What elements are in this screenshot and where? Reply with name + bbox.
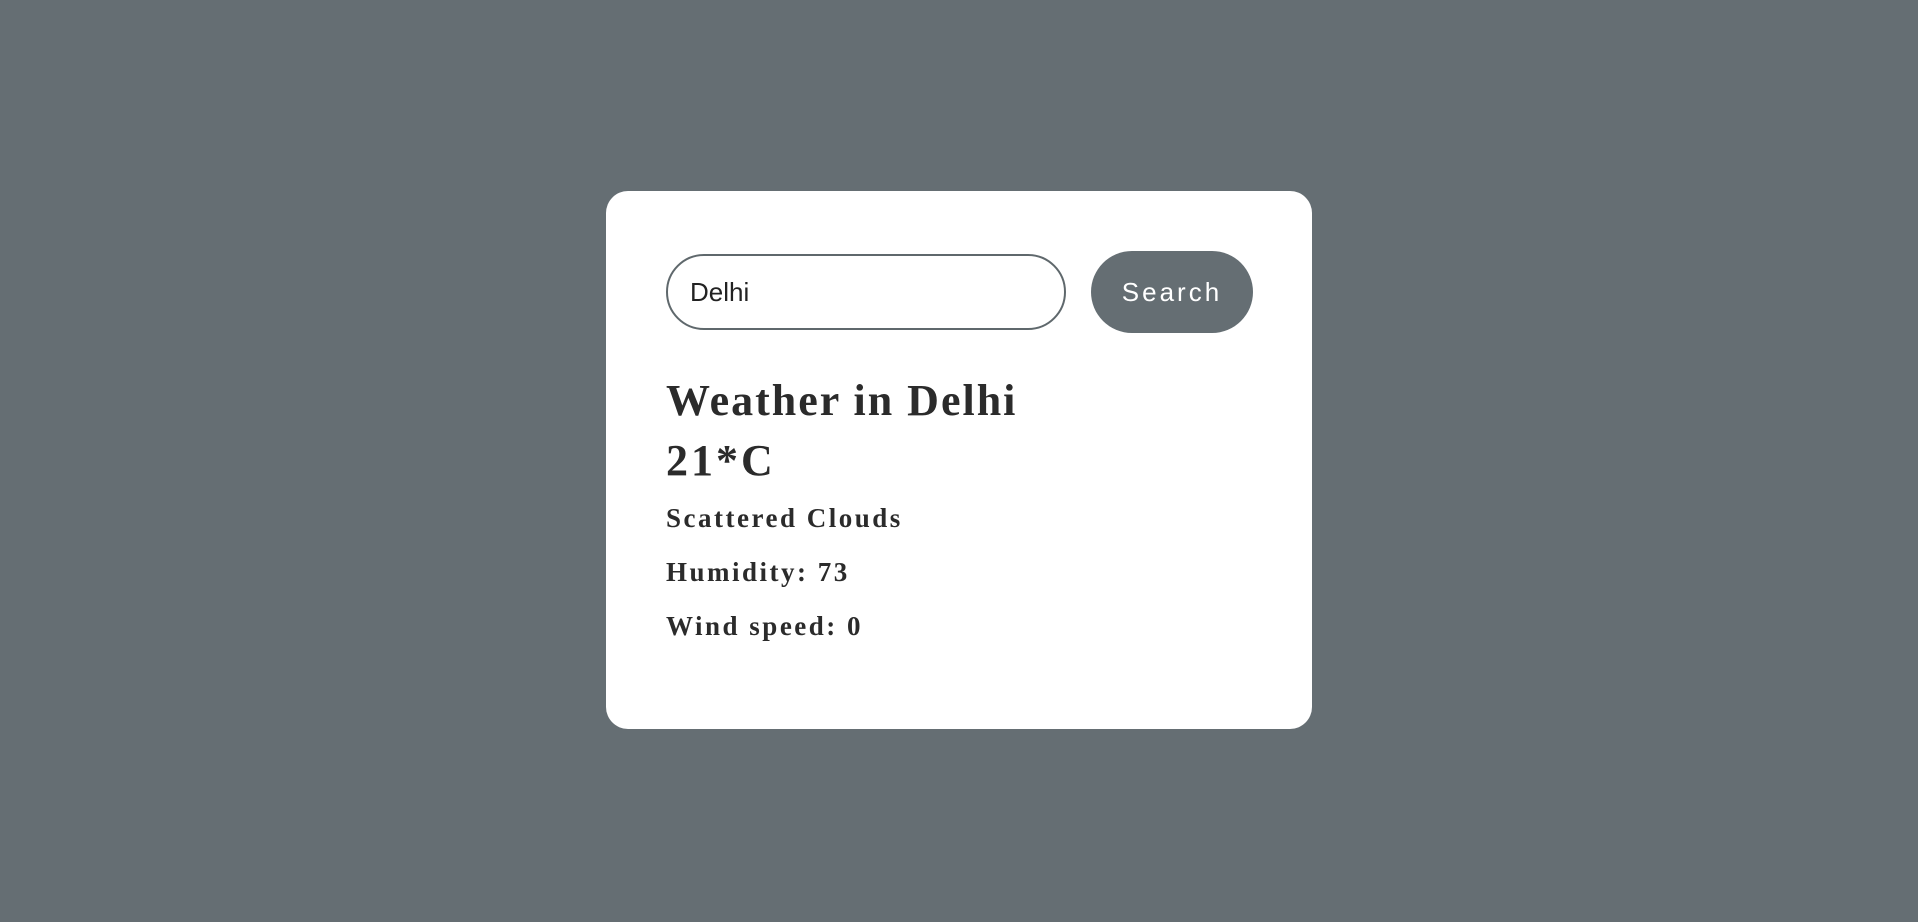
weather-info: Weather in Delhi 21*C Scattered Clouds H… [666, 371, 1017, 653]
weather-description: Scattered Clouds [666, 503, 903, 533]
search-input[interactable] [666, 254, 1066, 330]
wind-speed: Wind speed: 0 [666, 611, 864, 641]
temperature: 21*C [666, 436, 776, 485]
humidity: Humidity: 73 [666, 557, 850, 587]
search-button[interactable]: Search [1091, 251, 1253, 333]
city-heading: Weather in Delhi [666, 376, 1018, 425]
weather-card: Search Weather in Delhi 21*C Scattered C… [606, 191, 1312, 729]
